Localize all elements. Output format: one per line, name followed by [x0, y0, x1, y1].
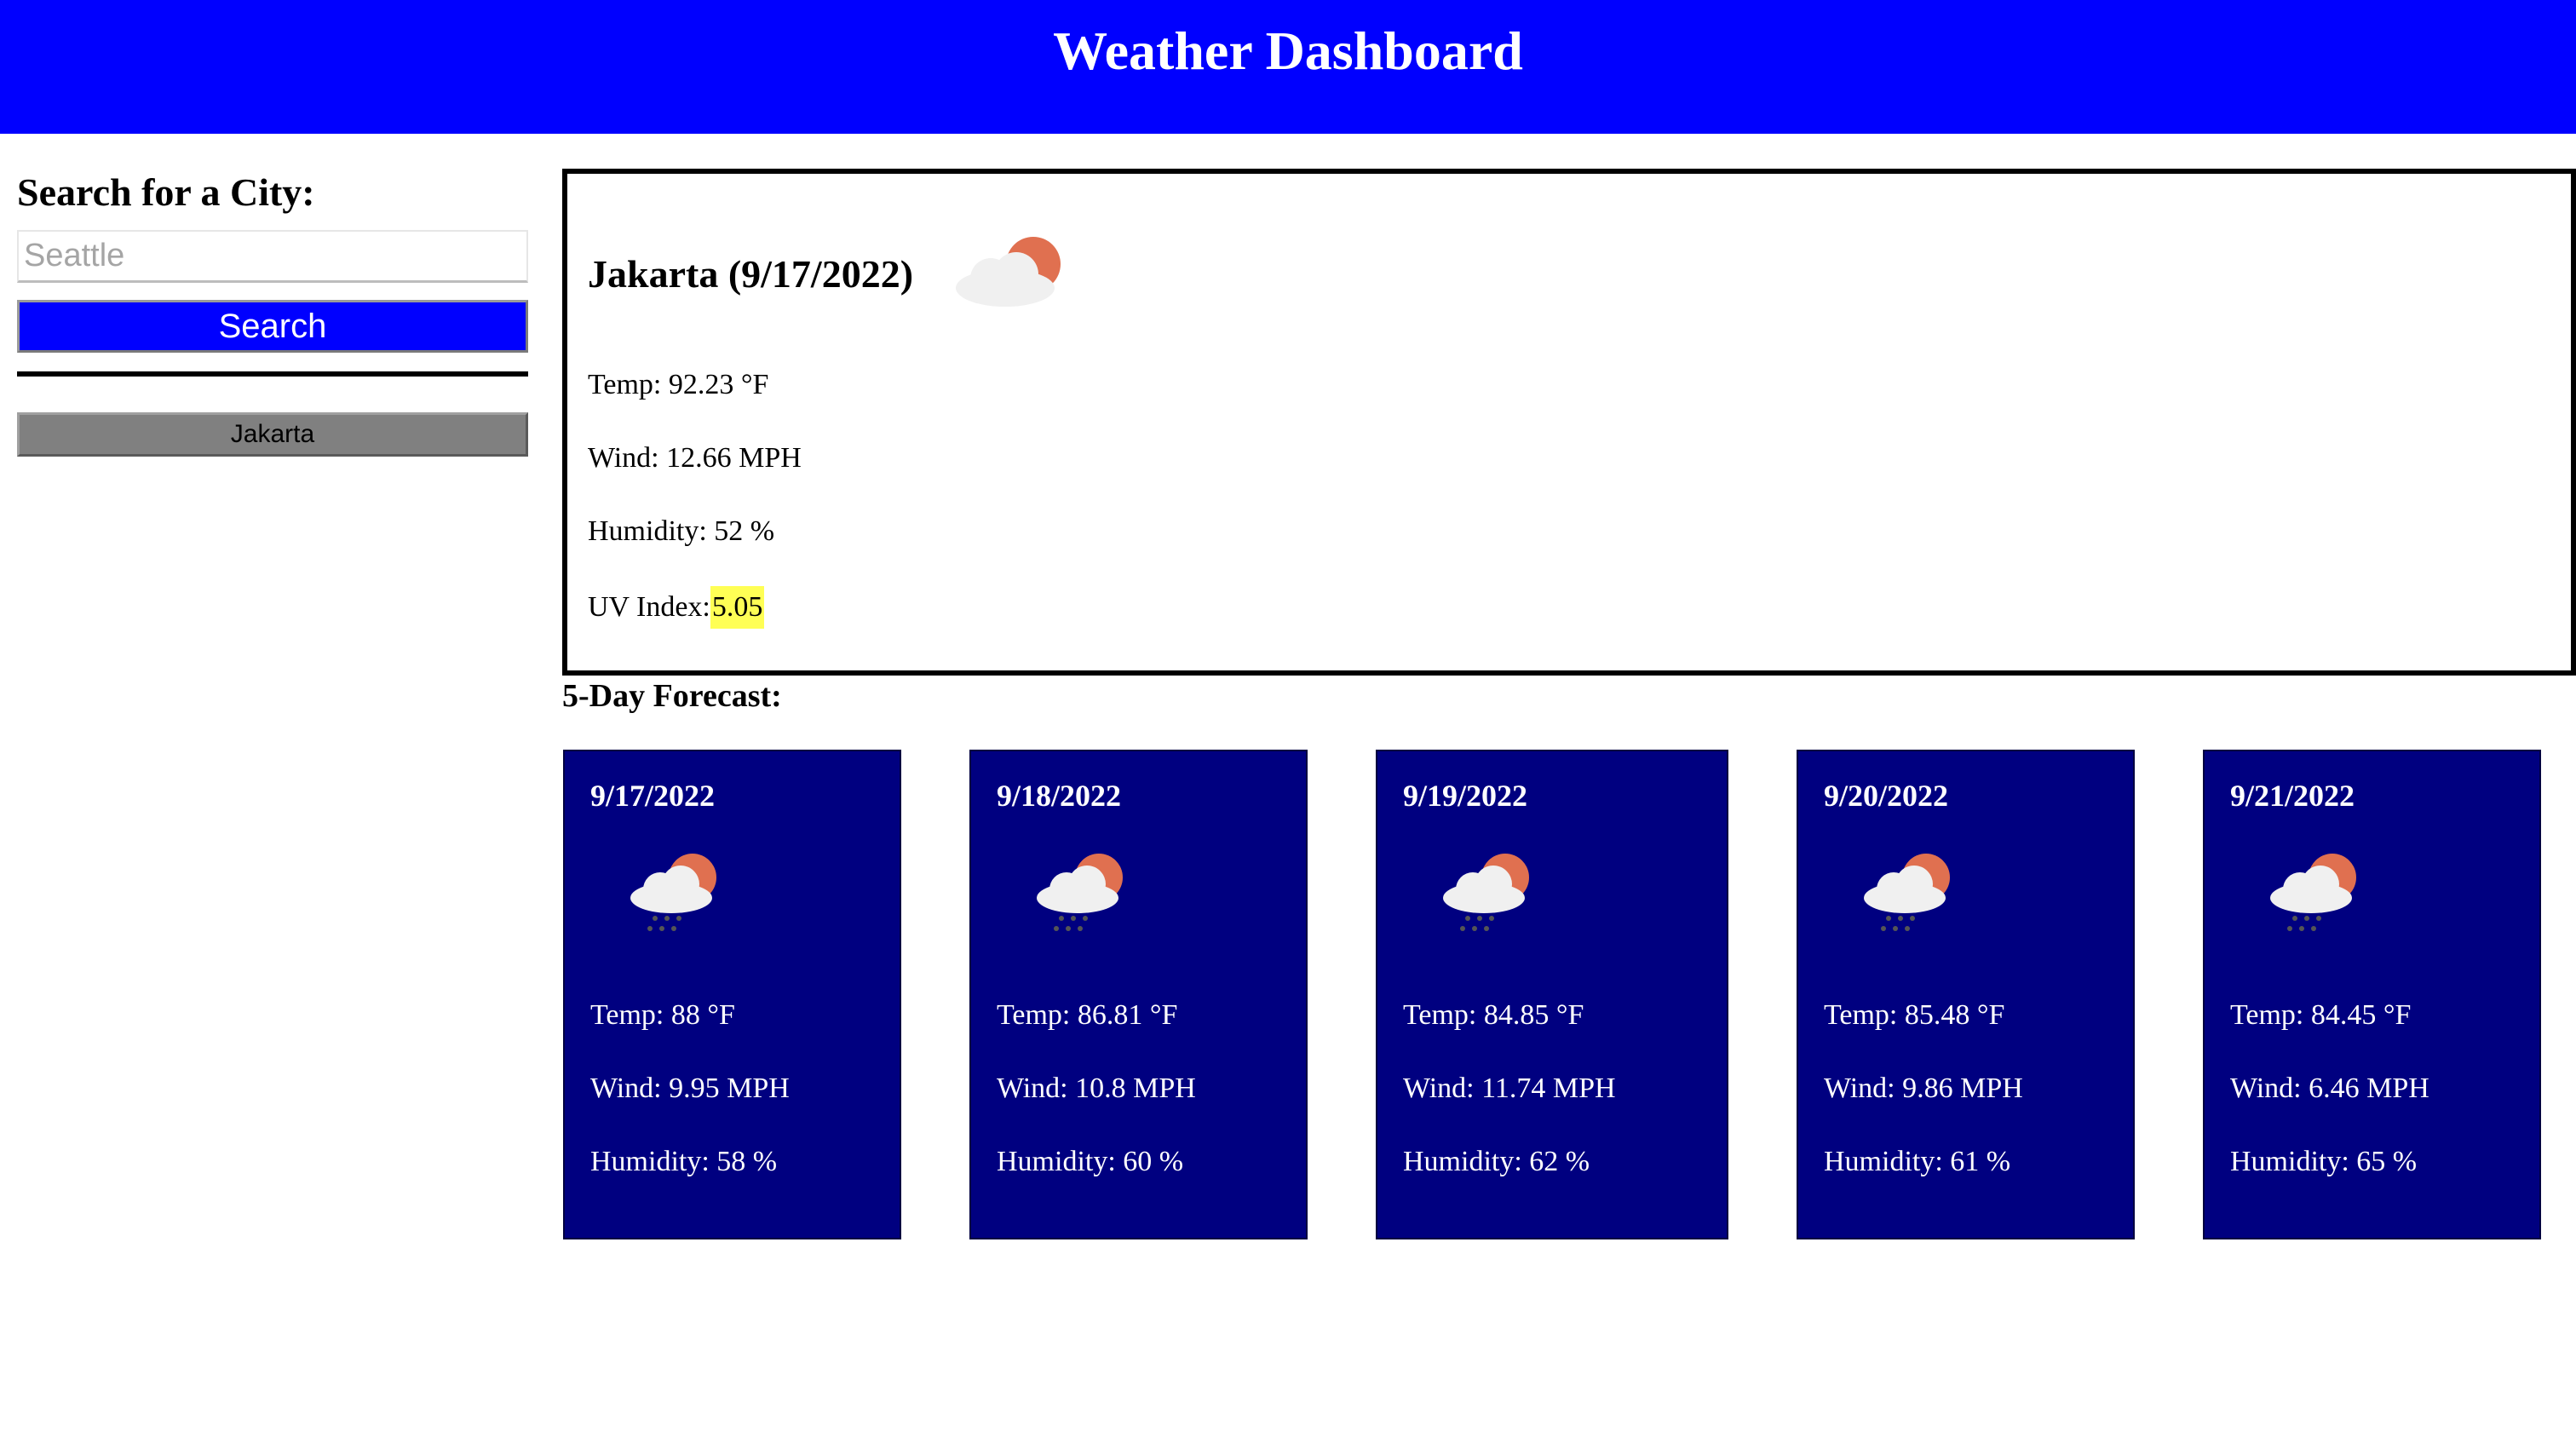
current-temp: Temp: 92.23 °F: [588, 369, 769, 400]
search-heading: Search for a City:: [17, 170, 315, 214]
forecast-wind: Wind: 11.74 MPH: [1403, 1073, 1616, 1104]
current-city-title: Jakarta (9/17/2022): [588, 252, 914, 296]
forecast-card: 9/19/2022 Temp: 84.85 °F Wind: 11.74 MPH…: [1376, 750, 1728, 1239]
forecast-wind: Wind: 9.86 MPH: [1824, 1073, 2023, 1104]
forecast-heading: 5-Day Forecast:: [562, 678, 782, 714]
forecast-humidity: Humidity: 60 %: [997, 1146, 1184, 1177]
cloud-sun-icon: [956, 237, 1061, 307]
forecast-date: 9/20/2022: [1824, 779, 1949, 813]
history-button-jakarta[interactable]: Jakarta: [17, 412, 528, 457]
uv-index-badge: 5.05: [710, 586, 765, 629]
forecast-card: 9/18/2022 Temp: 86.81 °F Wind: 10.8 MPH …: [969, 750, 1308, 1239]
forecast-date: 9/21/2022: [2230, 779, 2355, 813]
sidebar-divider: [17, 371, 528, 377]
forecast-temp: Temp: 86.81 °F: [997, 999, 1178, 1031]
rain-cloud-sun-icon: [1037, 854, 1123, 931]
page-title: Weather Dashboard: [1053, 20, 1523, 81]
forecast-card: 9/20/2022 Temp: 85.48 °F Wind: 9.86 MPH …: [1797, 750, 2135, 1239]
city-search-input[interactable]: [17, 230, 528, 283]
rain-cloud-sun-icon: [630, 854, 716, 931]
forecast-humidity: Humidity: 65 %: [2230, 1146, 2418, 1177]
rain-cloud-sun-icon: [1443, 854, 1529, 931]
forecast-date: 9/19/2022: [1403, 779, 1528, 813]
forecast-humidity: Humidity: 62 %: [1403, 1146, 1590, 1177]
search-button[interactable]: Search: [17, 300, 528, 353]
forecast-date: 9/17/2022: [590, 779, 716, 813]
current-weather-panel: Jakarta (9/17/2022) Temp: 92.23 °F Wind:…: [562, 169, 2576, 676]
rain-cloud-sun-icon: [2270, 854, 2356, 931]
forecast-temp: Temp: 88 °F: [590, 999, 735, 1031]
forecast-wind: Wind: 9.95 MPH: [590, 1073, 790, 1104]
current-uv-row: UV Index:5.05: [588, 586, 765, 629]
forecast-humidity: Humidity: 61 %: [1824, 1146, 2011, 1177]
current-humidity: Humidity: 52 %: [588, 515, 775, 547]
forecast-temp: Temp: 85.48 °F: [1824, 999, 2005, 1031]
forecast-wind: Wind: 6.46 MPH: [2230, 1073, 2429, 1104]
forecast-temp: Temp: 84.85 °F: [1403, 999, 1584, 1031]
forecast-card: 9/17/2022 Temp: 88 °F Wind: 9.95 MPH Hum…: [563, 750, 901, 1239]
forecast-date: 9/18/2022: [997, 779, 1122, 813]
rain-cloud-sun-icon: [1864, 854, 1950, 931]
forecast-humidity: Humidity: 58 %: [590, 1146, 778, 1177]
uv-label: UV Index:: [588, 591, 710, 623]
current-wind: Wind: 12.66 MPH: [588, 442, 802, 474]
forecast-wind: Wind: 10.8 MPH: [997, 1073, 1196, 1104]
forecast-temp: Temp: 84.45 °F: [2230, 999, 2412, 1031]
forecast-card: 9/21/2022 Temp: 84.45 °F Wind: 6.46 MPH …: [2203, 750, 2541, 1239]
header-bar: Weather Dashboard: [0, 0, 2576, 134]
